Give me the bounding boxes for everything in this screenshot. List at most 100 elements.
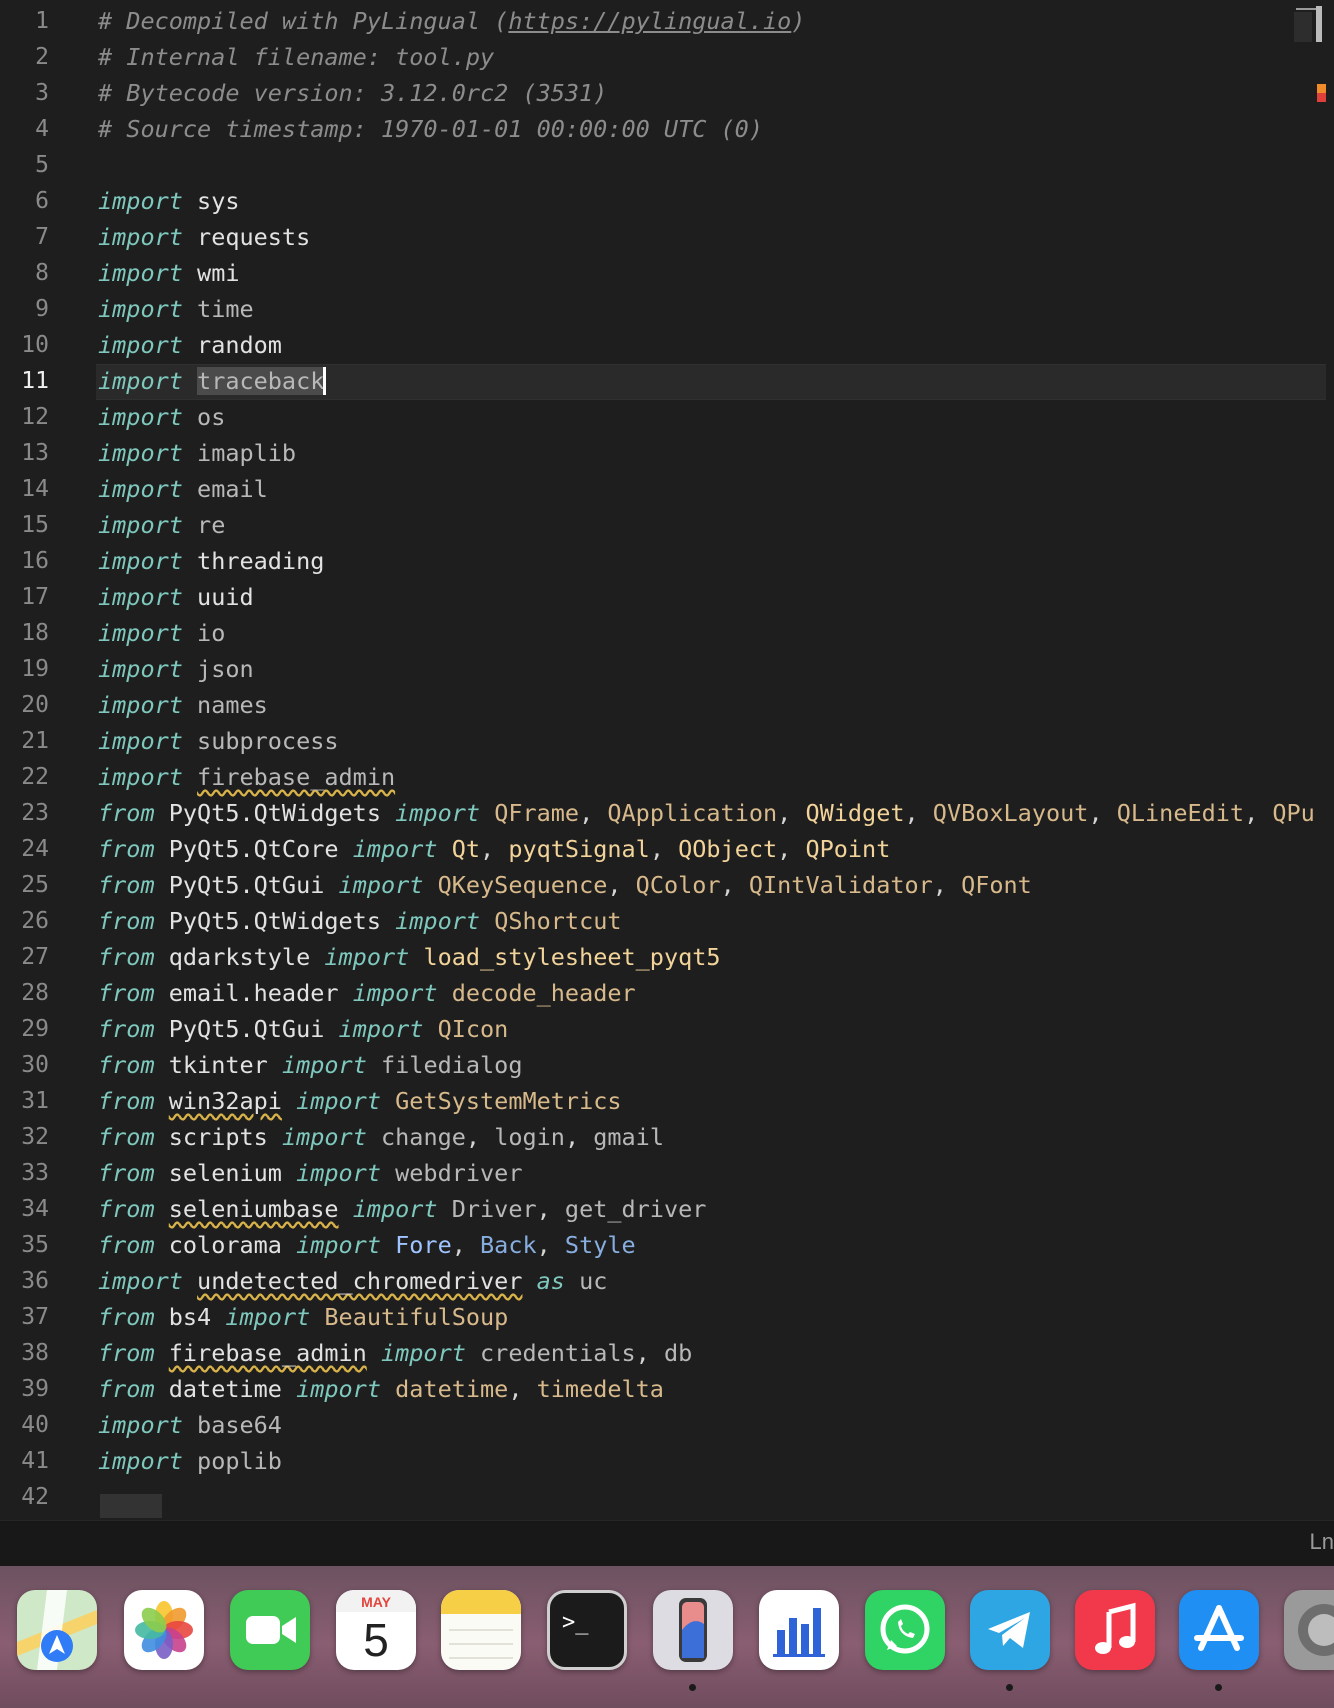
whatsapp-icon[interactable] [865, 1590, 945, 1670]
code-token: import [98, 655, 183, 683]
line-number: 33 [21, 1160, 49, 1186]
code-line[interactable]: import io [98, 615, 225, 651]
code-line[interactable]: from seleniumbase import Driver, get_dri… [98, 1191, 706, 1227]
code-line[interactable]: # Decompiled with PyLingual (https://pyl… [98, 3, 805, 39]
code-line[interactable]: import subprocess [98, 723, 339, 759]
code-token: import [98, 259, 183, 287]
code-token: QObject [678, 835, 778, 863]
code-token: timedelta [536, 1375, 664, 1403]
code-line[interactable]: import traceback [98, 363, 325, 399]
code-token: # Decompiled with PyLingual ( [98, 7, 509, 35]
notes-icon[interactable] [441, 1590, 521, 1670]
code-line[interactable]: from PyQt5.QtGui import QIcon [98, 1011, 508, 1047]
code-line[interactable]: import requests [98, 219, 310, 255]
code-line[interactable]: from PyQt5.QtWidgets import QShortcut [98, 903, 622, 939]
code-token: from [98, 1375, 155, 1403]
code-line[interactable]: from PyQt5.QtWidgets import QFrame, QApp… [98, 795, 1315, 831]
code-line[interactable]: from colorama import Fore, Back, Style [98, 1227, 636, 1263]
code-line[interactable]: import os [98, 399, 225, 435]
code-editor[interactable]: 1 2 3 4 5 6 7 8 9 10 11 12 13 14 15 16 17 18 19 20 21 22 23 24 2… [0, 0, 1334, 1520]
music-icon[interactable] [1075, 1590, 1155, 1670]
code-token: QColor [635, 871, 721, 899]
code-token: import [98, 583, 183, 611]
minimap-icon[interactable] [1294, 6, 1322, 42]
code-token: import [324, 943, 410, 971]
code-line[interactable]: import json [98, 651, 254, 687]
telegram-running-indicator [1006, 1684, 1013, 1691]
code-line[interactable]: from email.header import decode_header [98, 975, 636, 1011]
code-line[interactable]: # Internal filename: tool.py [98, 39, 494, 75]
code-token: import [338, 1015, 424, 1043]
code-line[interactable]: # Source timestamp: 1970-01-01 00:00:00 … [98, 111, 763, 147]
code-line[interactable]: import wmi [98, 255, 240, 291]
code-line[interactable]: import undetected_chromedriver as uc [98, 1263, 607, 1299]
code-line[interactable]: from tkinter import filedialog [98, 1047, 522, 1083]
code-token: datetime [168, 1375, 282, 1403]
iphone-mirroring-icon[interactable] [653, 1590, 733, 1670]
cursor-position-indicator[interactable]: Ln [1310, 1529, 1334, 1555]
code-token: QApplication [607, 799, 778, 827]
code-line[interactable]: import names [98, 687, 268, 723]
code-token: , [1088, 799, 1117, 827]
code-line[interactable]: from PyQt5.QtCore import Qt, pyqtSignal,… [98, 831, 890, 867]
code-token: from [98, 1087, 155, 1115]
code-line[interactable]: import imaplib [98, 435, 296, 471]
code-line[interactable]: import random [98, 327, 282, 363]
code-token: import [352, 1195, 438, 1223]
scrollbar-warning-marker[interactable] [1317, 84, 1326, 102]
code-token: , [720, 871, 749, 899]
code-line[interactable]: import uuid [98, 579, 254, 615]
code-line[interactable]: import base64 [98, 1407, 282, 1443]
code-line[interactable]: from firebase_admin import credentials, … [98, 1335, 692, 1371]
calendar-icon[interactable]: MAY 5 [336, 1590, 416, 1670]
code-line[interactable]: from datetime import datetime, timedelta [98, 1371, 664, 1407]
code-line[interactable]: from scripts import change, login, gmail [98, 1119, 664, 1155]
code-line[interactable]: from win32api import GetSystemMetrics [98, 1083, 622, 1119]
code-line[interactable]: import firebase_admin [98, 759, 395, 795]
code-token: tkinter [168, 1051, 268, 1079]
app-store-icon[interactable] [1179, 1590, 1259, 1670]
keynote-icon[interactable] [759, 1590, 839, 1670]
line-number: 18 [21, 620, 49, 646]
photos-icon[interactable] [124, 1590, 204, 1670]
code-token: BeautifulSoup [324, 1303, 509, 1331]
code-line[interactable]: from selenium import webdriver [98, 1155, 522, 1191]
code-line[interactable]: # Bytecode version: 3.12.0rc2 (3531) [98, 75, 607, 111]
code-token: import [395, 799, 481, 827]
line-number: 20 [21, 692, 49, 718]
facetime-icon[interactable] [230, 1590, 310, 1670]
line-number: 41 [21, 1448, 49, 1474]
code-line[interactable]: import email [98, 471, 268, 507]
code-line[interactable]: from qdarkstyle import load_stylesheet_p… [98, 939, 721, 975]
code-line[interactable]: import time [98, 291, 254, 327]
code-token: io [197, 619, 226, 647]
calendar-day: 5 [363, 1614, 389, 1666]
code-token: import [98, 403, 183, 431]
code-line[interactable]: import threading [98, 543, 324, 579]
code-token: selenium [168, 1159, 282, 1187]
telegram-icon[interactable] [970, 1590, 1050, 1670]
end-of-file-marker [100, 1494, 162, 1518]
code-line[interactable]: import poplib [98, 1443, 282, 1479]
terminal-icon[interactable]: >_ [547, 1590, 627, 1670]
code-line[interactable]: from bs4 import BeautifulSoup [98, 1299, 508, 1335]
code-token: PyQt5.QtGui [168, 1015, 325, 1043]
code-line[interactable]: import re [98, 507, 225, 543]
maps-icon[interactable] [17, 1590, 97, 1670]
code-line[interactable]: from PyQt5.QtGui import QKeySequence, QC… [98, 867, 1032, 903]
code-line[interactable]: import sys [98, 183, 240, 219]
line-number: 28 [21, 980, 49, 1006]
system-settings-icon[interactable] [1284, 1590, 1334, 1670]
